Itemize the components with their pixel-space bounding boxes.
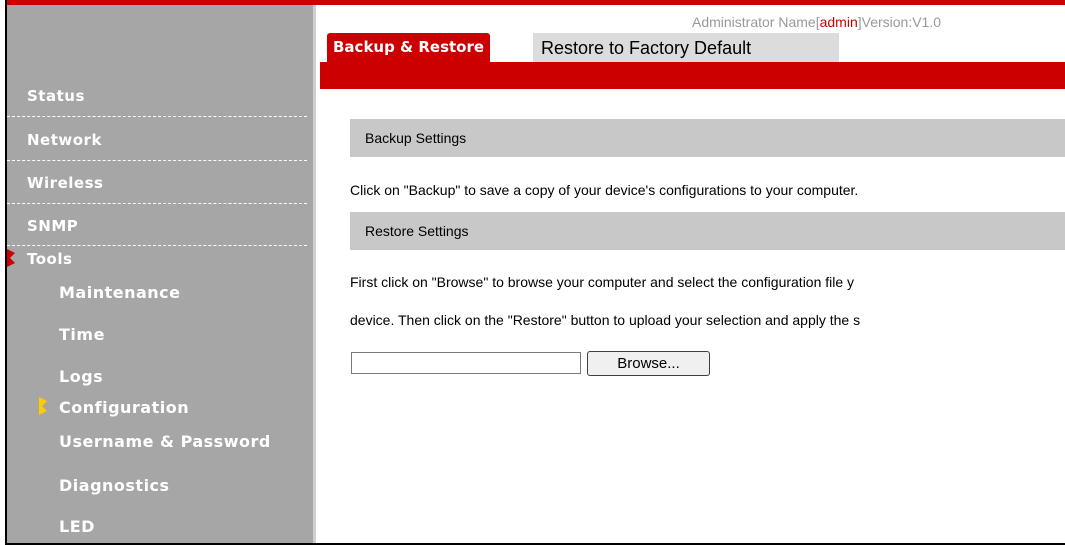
sidebar-subitem-maintenance[interactable]: Maintenance [7, 283, 359, 302]
sidebar-divider [7, 203, 307, 204]
tab-bar-underline [320, 62, 1065, 89]
sidebar-divider [7, 245, 307, 246]
sidebar-subitem-label: Configuration [59, 398, 190, 417]
sidebar-item-label: SNMP [27, 217, 79, 235]
browse-button[interactable]: Browse... [587, 351, 710, 376]
sidebar-item-snmp[interactable]: SNMP [7, 217, 327, 235]
sidebar-item-label: Status [27, 87, 85, 105]
sidebar-subitem-configuration[interactable]: Configuration [7, 398, 359, 417]
sidebar-divider [7, 160, 307, 161]
config-file-input[interactable] [351, 352, 581, 374]
sidebar-subitem-label: Diagnostics [59, 476, 170, 495]
sidebar: Status Network Wireless SNMP Tools Maint… [7, 5, 316, 543]
header-admin-info: Administrator Name[admin]Version:V1.0 [692, 14, 941, 30]
sidebar-subitem-label: LED [59, 517, 95, 536]
sidebar-subitem-logs[interactable]: Logs [7, 367, 359, 386]
restore-settings-header: Restore Settings [350, 212, 1065, 250]
tab-backup-restore[interactable]: Backup & Restore [327, 33, 491, 62]
header-version-text: ]Version:V1.0 [857, 14, 942, 30]
backup-description: Click on "Backup" to save a copy of your… [350, 182, 859, 198]
sidebar-item-wireless[interactable]: Wireless [7, 174, 327, 192]
sidebar-subitem-diagnostics[interactable]: Diagnostics [7, 476, 359, 495]
tab-restore-factory-default[interactable]: Restore to Factory Default [533, 33, 839, 62]
sidebar-subitem-label: Username & Password [59, 432, 271, 451]
header-prefix-text: Administrator Name[ [692, 14, 820, 30]
sidebar-subitem-username-password[interactable]: Username & Password [7, 432, 359, 451]
admin-name: admin [819, 14, 858, 30]
sidebar-subitem-led[interactable]: LED [7, 517, 359, 536]
sidebar-subitem-label: Time [59, 325, 105, 344]
sidebar-item-tools[interactable]: Tools [7, 250, 327, 268]
page-frame: Status Network Wireless SNMP Tools Maint… [5, 0, 1065, 545]
sidebar-subitem-label: Logs [59, 367, 104, 386]
backup-settings-header: Backup Settings [350, 119, 1065, 157]
sidebar-item-label: Wireless [27, 174, 104, 192]
sidebar-item-network[interactable]: Network [7, 131, 327, 149]
sidebar-item-label: Tools [27, 250, 73, 268]
sidebar-subitem-label: Maintenance [59, 283, 181, 302]
restore-description-line-2: device. Then click on the "Restore" butt… [350, 312, 861, 328]
sidebar-item-label: Network [27, 131, 102, 149]
sidebar-divider [7, 116, 307, 117]
restore-description-line-1: First click on "Browse" to browse your c… [350, 274, 855, 290]
sidebar-item-status[interactable]: Status [7, 87, 327, 105]
sidebar-subitem-time[interactable]: Time [7, 325, 359, 344]
